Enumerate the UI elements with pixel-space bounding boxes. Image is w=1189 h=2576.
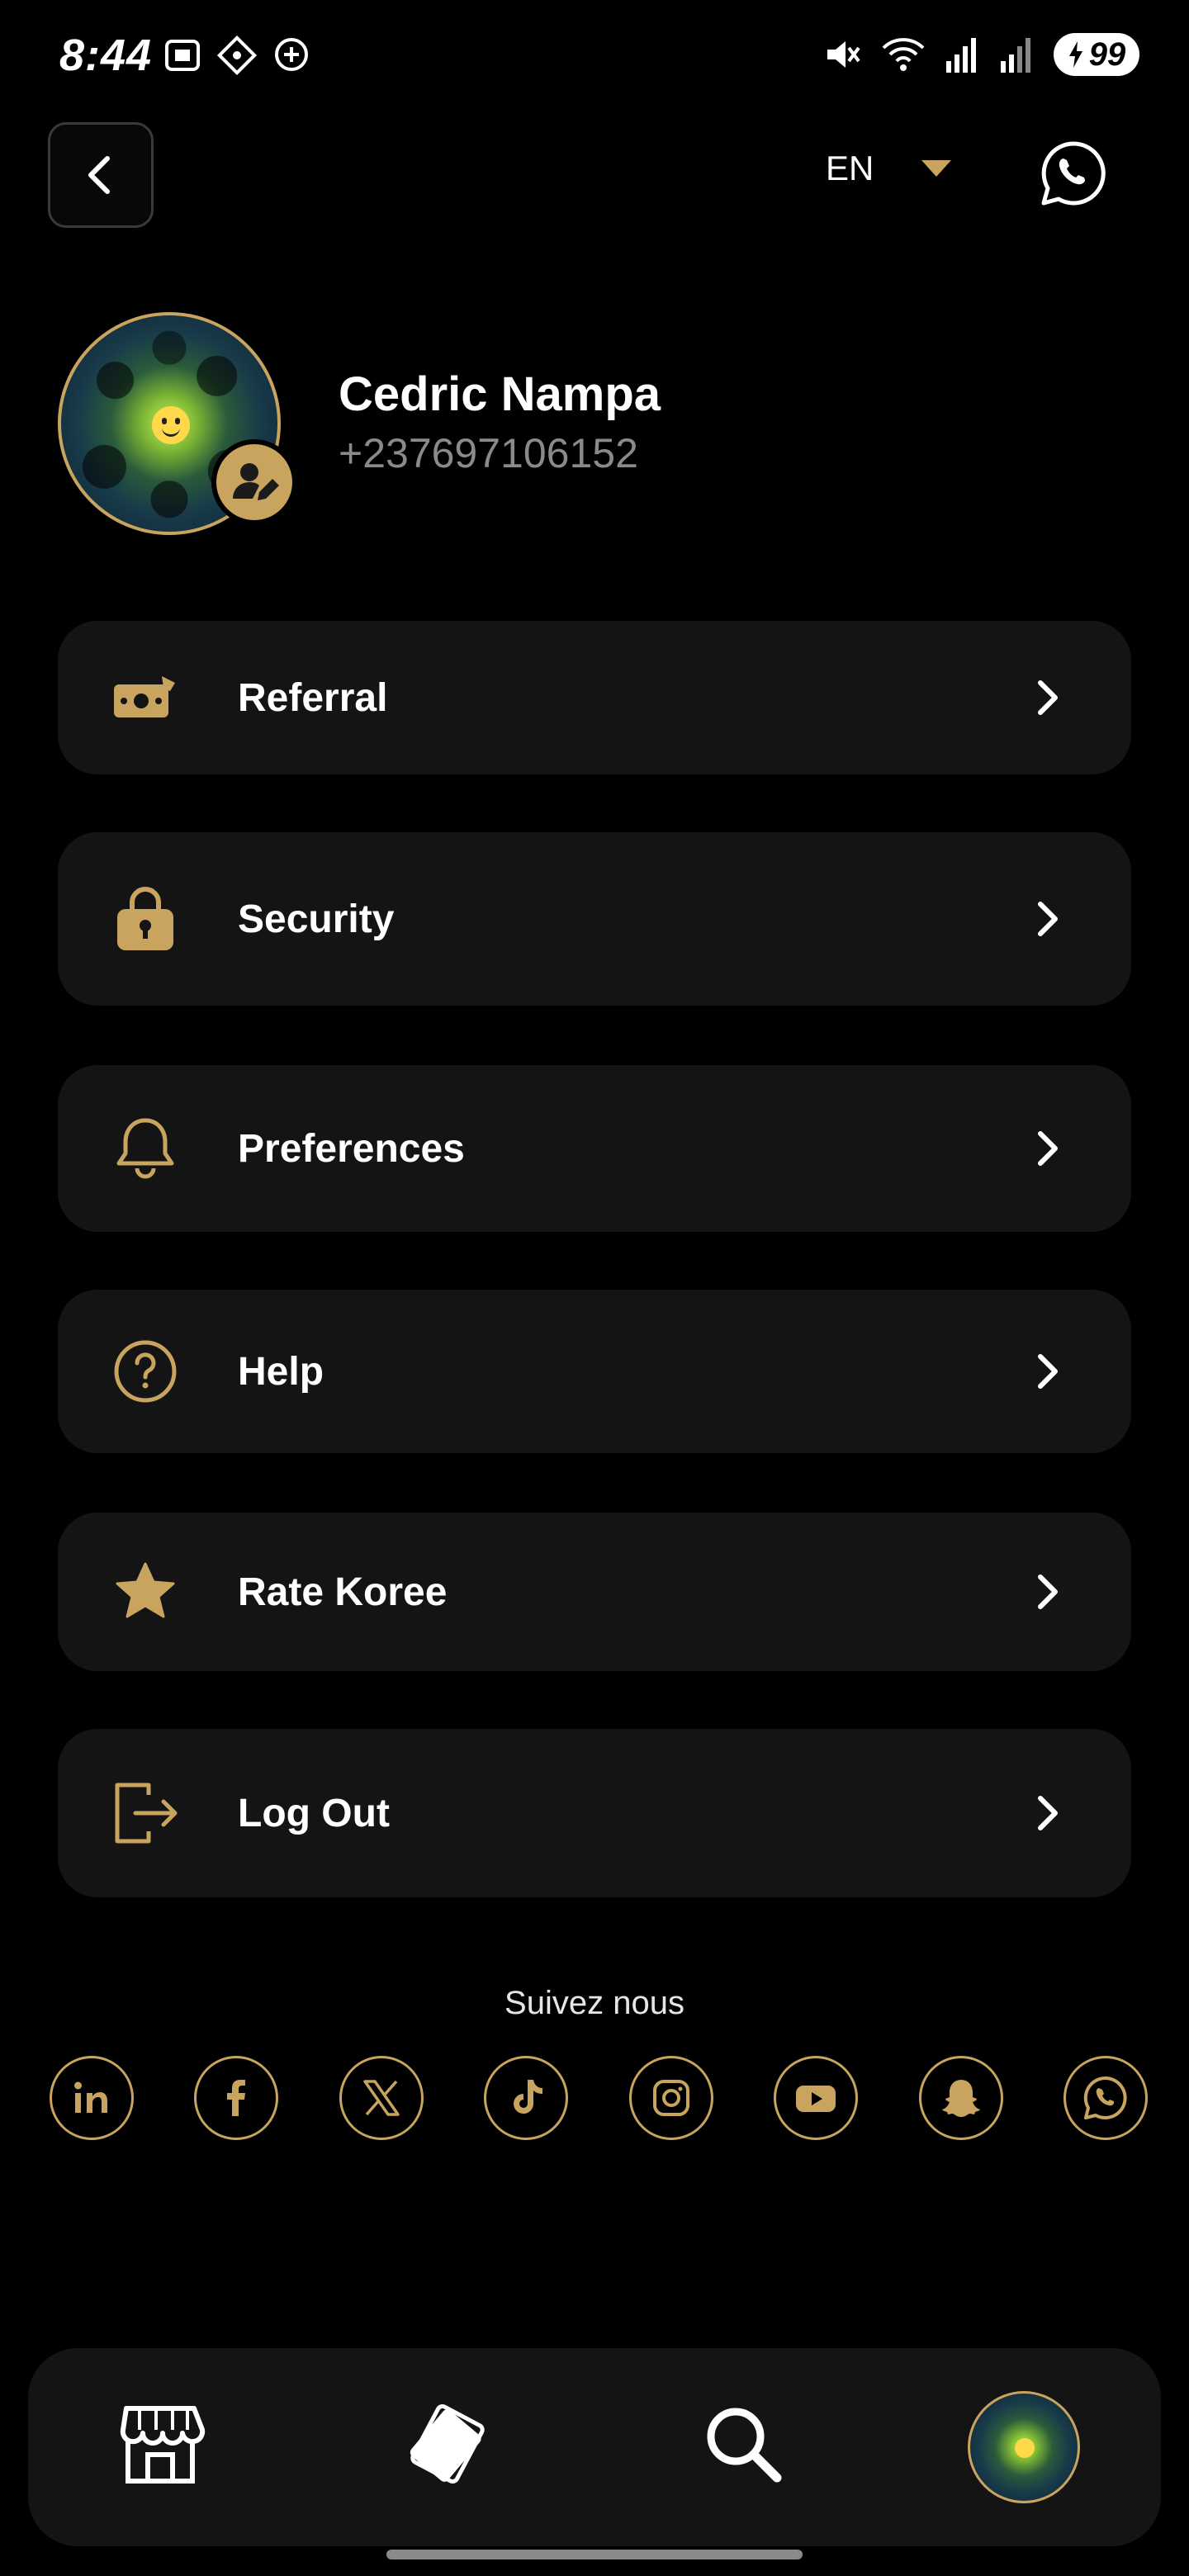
status-time: 8:44 [59, 31, 153, 80]
tiktok-icon [514, 2080, 543, 2114]
menu-item-label: Rate Koree [238, 1570, 448, 1614]
chevron-right-icon [1038, 902, 1058, 936]
charging-icon [1068, 41, 1082, 68]
menu-item-logout[interactable]: Log Out [58, 1729, 1131, 1897]
whatsapp-icon [1083, 2076, 1127, 2119]
signal-icon [946, 38, 976, 73]
instagram-link[interactable] [628, 2056, 713, 2140]
instagram-icon [652, 2080, 689, 2116]
add-circle-icon [275, 38, 308, 71]
menu-item-label: Help [238, 1349, 324, 1394]
nav-profile[interactable] [966, 2389, 1082, 2505]
help-icon [114, 1340, 177, 1403]
caret-down-icon [921, 160, 952, 177]
chevron-right-icon [1038, 1131, 1058, 1166]
menu-item-label: Log Out [238, 1791, 390, 1835]
menu-item-security[interactable]: Security [58, 832, 1131, 1006]
chevron-left-icon [88, 156, 110, 194]
follow-us-label: Suivez nous [504, 1985, 685, 2021]
edit-profile-button[interactable] [211, 439, 297, 525]
nav-search[interactable] [694, 2394, 793, 2493]
star-icon [116, 1562, 175, 1618]
chevron-right-icon [1038, 1574, 1058, 1609]
logout-icon [115, 1783, 178, 1844]
language-label: EN [826, 149, 874, 187]
youtube-link[interactable] [774, 2056, 859, 2140]
facebook-link[interactable] [194, 2056, 279, 2140]
snapchat-link[interactable] [918, 2056, 1003, 2140]
profile-phone: +237697106152 [339, 430, 638, 476]
store-icon [120, 2406, 206, 2484]
status-icons-left [162, 35, 312, 76]
language-selector[interactable]: EN [826, 149, 952, 188]
tiktok-link[interactable] [484, 2056, 569, 2140]
menu-item-label: Referral [238, 675, 388, 720]
youtube-icon [796, 2086, 836, 2112]
x-link[interactable] [339, 2056, 424, 2140]
linkedin-icon [74, 2081, 107, 2113]
linkedin-link[interactable] [50, 2056, 134, 2140]
back-button[interactable] [48, 122, 154, 228]
home-indicator[interactable] [386, 2550, 803, 2559]
wifi-icon [882, 38, 925, 71]
status-icons-right: 99 [822, 33, 1139, 76]
profile-avatar-area[interactable] [58, 312, 297, 535]
facebook-icon [227, 2080, 246, 2116]
screenshot-icon [165, 40, 200, 71]
mute-icon [827, 41, 860, 68]
menu-item-label: Security [238, 897, 395, 941]
whatsapp-link[interactable] [1063, 2056, 1148, 2140]
menu-item-label: Preferences [238, 1126, 465, 1171]
chevron-right-icon [1038, 1796, 1058, 1830]
menu-item-rate[interactable]: Rate Koree [58, 1513, 1131, 1671]
x-icon [363, 2080, 400, 2116]
money-icon [114, 676, 175, 717]
profile-name: Cedric Nampa [339, 367, 661, 421]
bell-icon [116, 1118, 174, 1179]
lock-icon [117, 887, 173, 950]
whatsapp-icon[interactable] [1039, 139, 1108, 208]
nav-cards[interactable] [398, 2394, 497, 2493]
snapchat-icon [941, 2080, 980, 2117]
battery-indicator: 99 [1054, 33, 1139, 76]
battery-level: 99 [1088, 36, 1126, 73]
gamepad-icon [216, 35, 258, 76]
nav-avatar [968, 2391, 1080, 2503]
nav-store[interactable] [111, 2394, 210, 2493]
chevron-right-icon [1038, 1354, 1058, 1389]
cards-icon [410, 2403, 485, 2484]
signal-icon-2 [1001, 38, 1030, 73]
chevron-right-icon [1038, 680, 1058, 715]
bottom-nav [28, 2348, 1161, 2546]
menu-item-help[interactable]: Help [58, 1290, 1131, 1453]
menu-item-referral[interactable]: Referral [58, 621, 1131, 774]
smiley-image [152, 406, 190, 444]
social-links [50, 2056, 1148, 2140]
search-icon [707, 2408, 782, 2483]
menu-item-preferences[interactable]: Preferences [58, 1065, 1131, 1232]
edit-user-icon [233, 463, 279, 500]
